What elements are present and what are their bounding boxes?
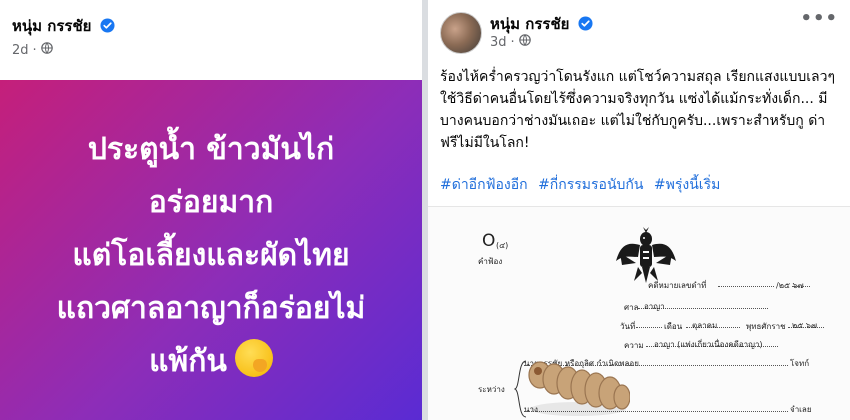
hashtag-link[interactable]: #กี่กรรมรอนับกัน [538, 177, 643, 193]
hashtag-link[interactable]: #พรุ่งนี้เริ่ม [654, 177, 720, 193]
post-timestamp[interactable]: 3d [490, 35, 507, 50]
avatar[interactable] [440, 12, 482, 54]
larva-sticker [528, 361, 630, 416]
court-label: ศาล [624, 303, 639, 312]
month-value: ตุลาคม [692, 321, 718, 330]
author-name[interactable]: หนุ่ม กรรชัย [12, 17, 91, 35]
author-name[interactable]: หนุ่ม กรรชัย [490, 15, 569, 33]
more-options-icon[interactable]: ••• [800, 10, 838, 28]
form-number: (๔) [496, 241, 509, 250]
status-text: ประตูน้ำ ข้าวมันไก่ อร่อยมาก แต่โอเลี้ยง… [57, 123, 366, 388]
attached-document-image[interactable]: O (๔) คำฟ้อง คดีหมายเลขดำที่ /๒๕ ๖๗ ศาล … [428, 206, 850, 420]
post-card-right: หนุ่ม กรรชัย 3d · ••• ร้องไห้คร่ำครวญว่า… [428, 0, 850, 420]
post-body-text: ร้องไห้คร่ำครวญว่าโดนรังแก แต่โชว์ความสถ… [440, 69, 835, 151]
verified-badge-icon [577, 16, 593, 35]
status-line: ประตูน้ำ ข้าวมันไก่ [87, 131, 335, 167]
matter-label: ความ [624, 341, 644, 350]
form-title: คำฟ้อง [478, 257, 503, 266]
garuda-emblem [616, 227, 676, 283]
form-mark: O [482, 231, 496, 251]
defendant-role: จำเลย [790, 405, 812, 414]
post-timestamp[interactable]: 2d [12, 43, 29, 58]
status-line: แพ้กัน [149, 343, 227, 379]
date-label: วันที่ [620, 322, 636, 331]
matter-value: อาญา (แพ่งเกี่ยวเนื่องคดีอาญา) [654, 340, 763, 349]
globe-icon[interactable] [518, 34, 531, 50]
verified-badge-icon [99, 18, 115, 37]
between-label: ระหว่าง [478, 385, 505, 394]
post-card-left: หนุ่ม กรรชัย 2d · ประตูน้ำ ข้าวมันไก่ อร… [0, 0, 422, 420]
face-with-hand-over-mouth-emoji [234, 338, 273, 377]
case-number-label: คดีหมายเลขดำที่ [648, 281, 707, 290]
year-label: พุทธศักราช [746, 322, 786, 331]
hashtag-list: #ด่าอีกฟ้องอีก #กี่กรรมรอนับกัน #พรุ่งนี… [440, 174, 726, 196]
hashtag-link[interactable]: #ด่าอีกฟ้องอีก [440, 177, 528, 193]
month-label: เดือน [664, 322, 683, 331]
status-line: แถวศาลอาญาก็อร่อยไม่ [56, 290, 366, 326]
plaintiff-role: โจทก์ [790, 359, 810, 368]
post-header: หนุ่ม กรรชัย [490, 12, 593, 36]
post-meta: 2d · [12, 42, 53, 58]
status-line: แต่โอเลี้ยงและผัดไทย [72, 237, 350, 273]
year-value: ๒๕ ๖๗ [792, 321, 817, 330]
status-line: อร่อยมาก [148, 184, 274, 220]
globe-icon[interactable] [40, 42, 53, 58]
status-background-card[interactable]: ประตูน้ำ ข้าวมันไก่ อร่อยมาก แต่โอเลี้ยง… [0, 80, 422, 420]
post-meta: 3d · [490, 34, 531, 50]
post-header: หนุ่ม กรรชัย [12, 14, 115, 38]
court-value: อาญา [644, 302, 665, 311]
